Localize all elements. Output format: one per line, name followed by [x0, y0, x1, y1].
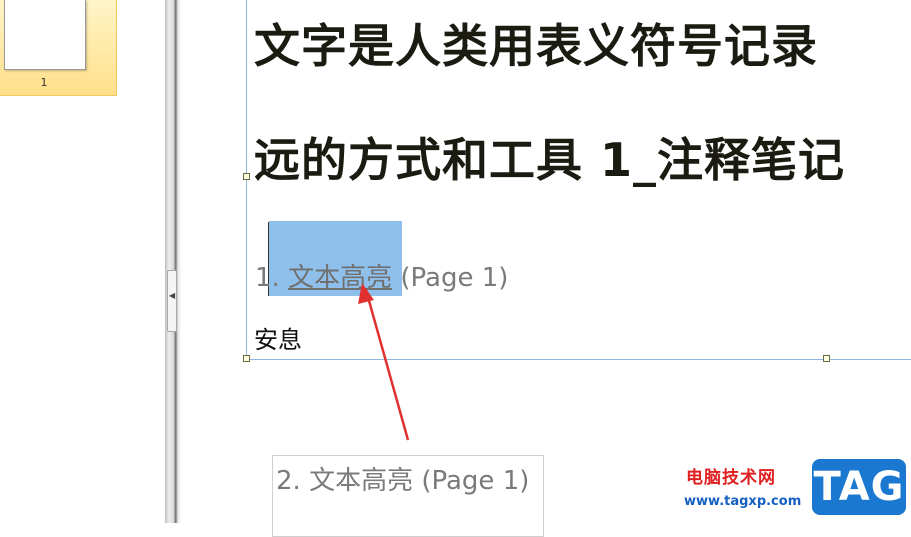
red-arrow-icon — [358, 283, 410, 441]
watermark-site-name: 电脑技术网 — [686, 468, 776, 488]
watermark-logo: TAG — [812, 459, 906, 515]
watermark-url: www.tagxp.com — [684, 494, 802, 509]
arrow-shaft — [364, 289, 410, 441]
comment-popup-text: 2. 文本高亮 (Page 1) — [276, 466, 530, 496]
arrow-head — [358, 283, 374, 304]
